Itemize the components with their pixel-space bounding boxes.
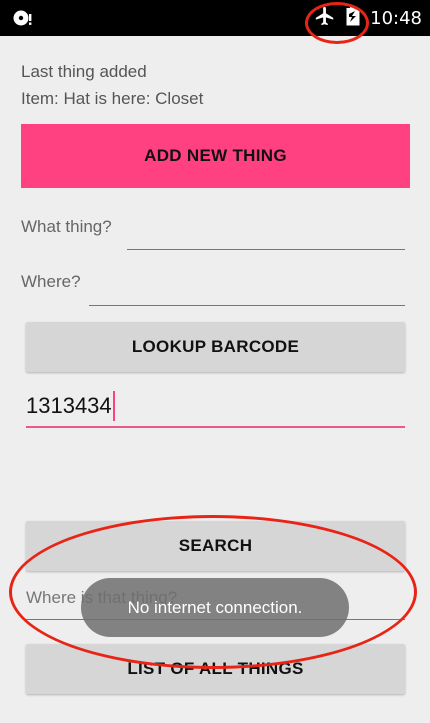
barcode-value: 1313434: [26, 393, 112, 418]
airplane-mode-icon: [314, 5, 336, 32]
text-cursor: [112, 391, 115, 421]
barcode-input[interactable]: 1313434: [26, 386, 405, 426]
last-added-detail: Item: Hat is here: Closet: [21, 89, 204, 108]
main-content: Last thing added Item: Hat is here: Clos…: [0, 36, 430, 723]
search-button[interactable]: SEARCH: [26, 521, 405, 571]
status-bar: 10:48: [0, 0, 430, 36]
add-new-thing-button[interactable]: ADD NEW THING: [21, 124, 410, 188]
lookup-barcode-button[interactable]: LOOKUP BARCODE: [26, 322, 405, 372]
last-added-heading: Last thing added: [21, 62, 147, 81]
what-thing-label: What thing?: [21, 217, 112, 236]
where-label: Where?: [21, 272, 81, 291]
notification-icon: [12, 8, 34, 28]
list-all-things-button[interactable]: LIST OF ALL THINGS: [26, 644, 405, 694]
toast-message: No internet connection.: [81, 578, 349, 637]
battery-icon: [346, 5, 360, 31]
barcode-input-underline: [26, 426, 405, 428]
where-input[interactable]: [89, 305, 405, 306]
status-clock: 10:48: [370, 7, 422, 29]
what-thing-input[interactable]: [127, 249, 405, 250]
